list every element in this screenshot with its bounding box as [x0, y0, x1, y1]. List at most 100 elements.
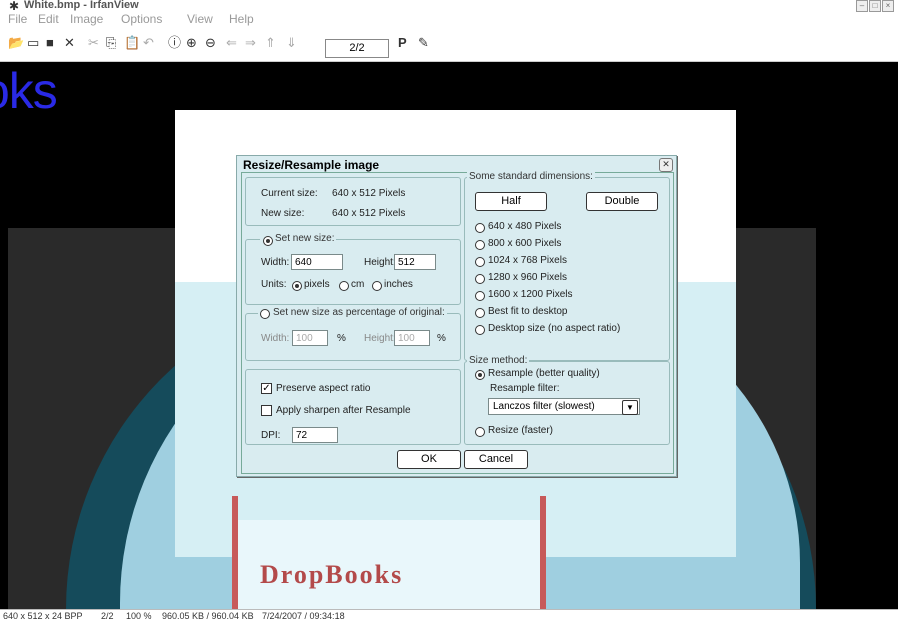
ok-button[interactable]: OK: [397, 450, 461, 469]
best-fit-radio[interactable]: [475, 308, 485, 318]
delete-icon[interactable]: ✕: [64, 35, 75, 51]
menu-edit[interactable]: Edit: [38, 12, 59, 26]
resample-filter-select[interactable]: Lanczos filter (slowest) ▼: [488, 398, 640, 415]
pct-height-sign: %: [437, 333, 446, 344]
preserve-aspect-checkbox[interactable]: ✓: [261, 383, 272, 394]
open-folder-icon[interactable]: 📂: [8, 35, 24, 51]
set-new-size-group: Set new size:: [245, 233, 461, 305]
width-input[interactable]: 640: [291, 254, 343, 270]
new-size-value: 640 x 512 Pixels: [332, 208, 406, 219]
menu-bar: File Edit Image Options View Help: [0, 12, 898, 27]
next-icon[interactable]: ⇒: [245, 35, 256, 51]
dpi-input[interactable]: 72: [292, 427, 338, 443]
units-inches-label: inches: [384, 279, 413, 290]
menu-help[interactable]: Help: [229, 12, 254, 26]
dpi-label: DPI:: [261, 430, 281, 441]
status-datetime: 7/24/2007 / 09:34:18: [262, 611, 345, 621]
menu-file[interactable]: File: [8, 12, 27, 26]
dim-1280x960-radio[interactable]: [475, 274, 485, 284]
units-inches-radio[interactable]: [372, 281, 382, 291]
undo-icon[interactable]: ↶: [143, 35, 154, 51]
apply-sharpen-checkbox[interactable]: [261, 405, 272, 416]
window-controls: – □ ×: [856, 0, 894, 12]
cut-icon[interactable]: ✂: [88, 35, 99, 51]
zoom-in-icon[interactable]: ⊕: [186, 35, 197, 51]
maximize-button[interactable]: □: [869, 0, 881, 12]
pct-height-label: Height:: [364, 333, 396, 344]
size-method-label: Size method:: [467, 355, 530, 366]
status-zoom: 100 %: [126, 611, 152, 621]
status-filesize: 960.05 KB / 960.04 KB: [162, 611, 254, 621]
best-fit-label: Best fit to desktop: [488, 306, 568, 317]
resize-resample-dialog: Resize/Resample image ✕ Current size: 64…: [236, 155, 677, 477]
watermark-brand: DropBooks: [260, 560, 404, 589]
dialog-body: Current size: 640 x 512 Pixels New size:…: [241, 171, 674, 474]
double-button[interactable]: Double: [586, 192, 658, 211]
status-bar: 640 x 512 x 24 BPP 2/2 100 % 960.05 KB /…: [0, 609, 898, 622]
resample-filter-value: Lanczos filter (slowest): [493, 401, 595, 412]
resize-radio[interactable]: [475, 427, 485, 437]
set-new-size-radio[interactable]: [263, 236, 273, 246]
dim-1280x960-label: 1280 x 960 Pixels: [488, 272, 567, 283]
percentage-radio[interactable]: [260, 309, 270, 319]
dim-1024x768-radio[interactable]: [475, 257, 485, 267]
dim-640x480-label: 640 x 480 Pixels: [488, 221, 562, 232]
current-size-value: 640 x 512 Pixels: [332, 188, 406, 199]
height-label: Height:: [364, 257, 396, 268]
pct-width-input[interactable]: 100: [292, 330, 328, 346]
resample-radio[interactable]: [475, 370, 485, 380]
book-spine-right: [540, 496, 546, 609]
dialog-close-button[interactable]: ✕: [659, 158, 673, 172]
info-icon[interactable]: ⓘ: [168, 35, 181, 51]
percentage-label: Set new size as percentage of original:: [258, 307, 447, 318]
status-dimensions: 640 x 512 x 24 BPP: [3, 611, 83, 621]
current-size-label: Current size:: [261, 188, 318, 199]
resample-label: Resample (better quality): [488, 368, 600, 379]
desktop-size-label: Desktop size (no aspect ratio): [488, 323, 621, 334]
dim-800x600-radio[interactable]: [475, 240, 485, 250]
dim-640x480-radio[interactable]: [475, 223, 485, 233]
watermark-text: oks: [0, 63, 58, 119]
dim-1024x768-label: 1024 x 768 Pixels: [488, 255, 567, 266]
units-pixels-label: pixels: [304, 279, 330, 290]
title-bar: ✱ White.bmp - IrfanView – □ ×: [0, 0, 898, 13]
resample-filter-label: Resample filter:: [490, 383, 560, 394]
first-page-icon[interactable]: ⇑: [265, 35, 276, 51]
pct-height-input[interactable]: 100: [394, 330, 430, 346]
standard-dims-label: Some standard dimensions:: [467, 171, 595, 182]
half-button[interactable]: Half: [475, 192, 547, 211]
width-label: Width:: [261, 257, 290, 268]
slideshow-icon[interactable]: ▭: [27, 35, 39, 51]
units-cm-label: cm: [351, 279, 365, 290]
desktop-size-radio[interactable]: [475, 325, 485, 335]
page-indicator[interactable]: 2/2: [325, 39, 389, 58]
paint-icon[interactable]: ✎: [418, 35, 429, 51]
dim-1600x1200-radio[interactable]: [475, 291, 485, 301]
status-page: 2/2: [101, 611, 114, 621]
dialog-title: Resize/Resample image: [243, 158, 380, 172]
units-label: Units:: [261, 279, 287, 290]
menu-image[interactable]: Image: [70, 12, 103, 26]
zoom-out-icon[interactable]: ⊖: [205, 35, 216, 51]
units-pixels-radio[interactable]: [292, 281, 302, 291]
cancel-button[interactable]: Cancel: [464, 450, 528, 469]
paste-icon[interactable]: 📋: [124, 35, 140, 51]
height-input[interactable]: 512: [394, 254, 436, 270]
units-cm-radio[interactable]: [339, 281, 349, 291]
previous-icon[interactable]: ⇐: [226, 35, 237, 51]
last-page-icon[interactable]: ⇓: [286, 35, 297, 51]
menu-options[interactable]: Options: [121, 12, 162, 26]
save-icon[interactable]: ■: [46, 35, 54, 51]
properties-button[interactable]: P: [398, 35, 407, 51]
new-size-label: New size:: [261, 208, 305, 219]
chevron-down-icon[interactable]: ▼: [622, 400, 638, 415]
apply-sharpen-label: Apply sharpen after Resample: [276, 405, 411, 416]
window-title: White.bmp - IrfanView: [24, 0, 139, 11]
minimize-button[interactable]: –: [856, 0, 868, 12]
dim-1600x1200-label: 1600 x 1200 Pixels: [488, 289, 573, 300]
close-window-button[interactable]: ×: [882, 0, 894, 12]
copy-icon[interactable]: ⎘: [106, 35, 116, 51]
toolbar: 📂 ▭ ■ ✕ ✂ ⎘ 📋 ↶ ⓘ ⊕ ⊖ ⇐ ⇒ ⇑ ⇓ 2/2 P ✎: [0, 27, 898, 62]
menu-view[interactable]: View: [187, 12, 213, 26]
pct-width-sign: %: [337, 333, 346, 344]
